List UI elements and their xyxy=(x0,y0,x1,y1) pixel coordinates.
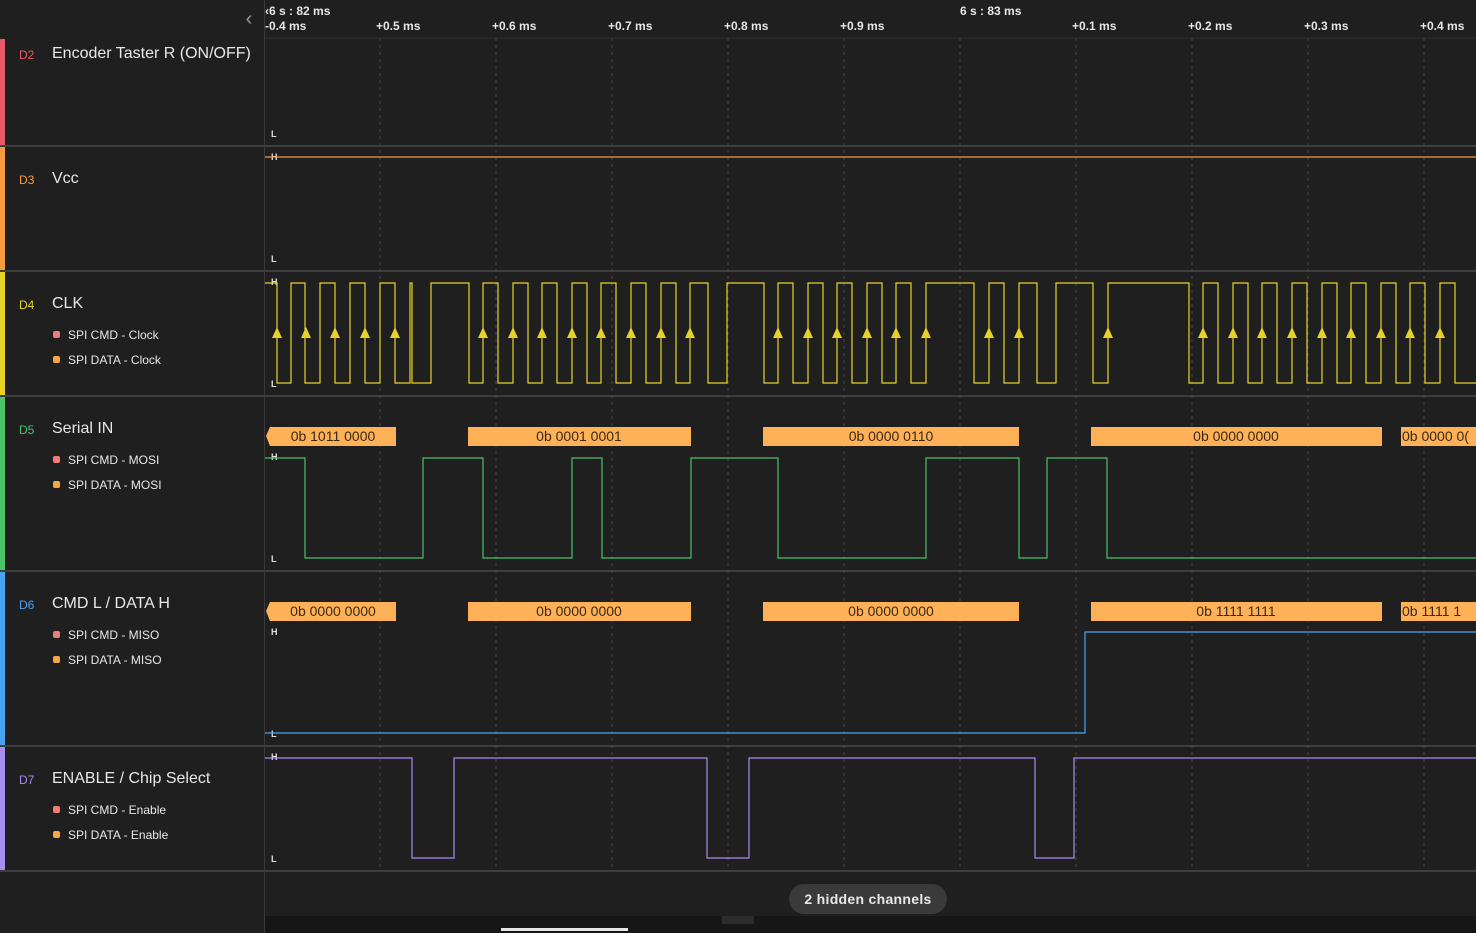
level-label-d7-h: H xyxy=(271,752,278,762)
d6-waveform xyxy=(265,631,1476,734)
scrollbar-thumb[interactable] xyxy=(722,916,754,924)
level-label-d5-l: L xyxy=(271,554,277,564)
level-label-d6-l: L xyxy=(271,729,277,739)
d7-waveform xyxy=(265,757,1476,859)
decoded-value: 0b 0000 0000 xyxy=(536,603,622,619)
level-label-d5-h: H xyxy=(271,452,278,462)
level-label-d6-h: H xyxy=(271,627,278,637)
active-tab-indicator xyxy=(501,928,628,931)
time-gridlines xyxy=(379,38,1425,870)
decoded-value: 0b 1111 1111 xyxy=(1196,603,1276,619)
decoded-value: 0b 0000 0( xyxy=(1402,428,1469,444)
decoded-value: 0b 1111 1 xyxy=(1402,603,1461,619)
level-label-d4-l: L xyxy=(271,379,277,389)
decoded-value: 0b 0001 0001 xyxy=(536,428,622,444)
decoded-value: 0b 1011 0000 xyxy=(291,428,376,444)
level-label-d7-l: L xyxy=(271,854,277,864)
waveform-area[interactable]: L H L H L H L H L H L 0b 1011 0000 0b 00… xyxy=(0,0,1476,933)
decoded-value: 0b 0000 0110 xyxy=(849,428,934,444)
level-label-d3-l: L xyxy=(271,254,277,264)
decoded-value: 0b 0000 0000 xyxy=(1193,428,1279,444)
hidden-channels-button[interactable]: 2 hidden channels xyxy=(789,884,947,914)
decoded-value: 0b 0000 0000 xyxy=(290,603,376,619)
clock-edge-markers xyxy=(272,327,1445,338)
decoded-value: 0b 0000 0000 xyxy=(848,603,934,619)
d5-waveform xyxy=(265,457,1476,559)
level-label-d2-l: L xyxy=(271,129,277,139)
horizontal-scrollbar[interactable] xyxy=(265,916,1476,933)
